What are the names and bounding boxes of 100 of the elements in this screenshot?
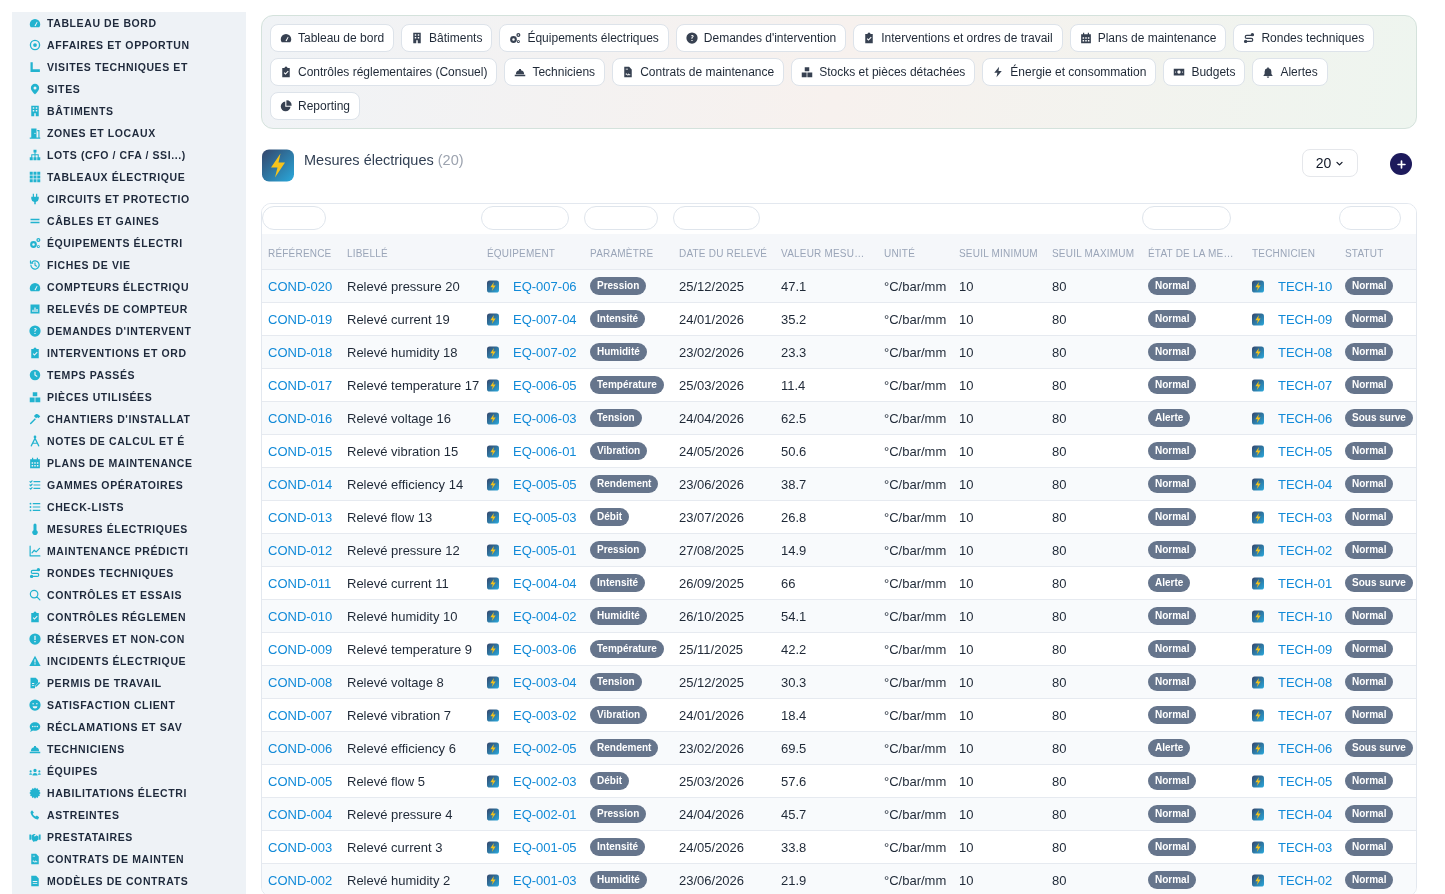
table-link[interactable]: EQ-007-02 [513,344,577,360]
sidebar-item[interactable]: TEMPS PASSÉS [12,364,246,386]
table-link[interactable]: TECH-02 [1278,872,1333,888]
sidebar-item[interactable]: TABLEAU DE BORD [12,12,246,34]
module-button[interactable]: Contrats de maintenance [612,58,785,86]
table-link[interactable]: EQ-001-05 [513,839,577,855]
table-link[interactable]: COND-017 [268,377,333,393]
sidebar-item[interactable]: TABLEAUX ÉLECTRIQUE [12,166,246,188]
sidebar-item[interactable]: RONDES TECHNIQUES [12,562,246,584]
sidebar-item[interactable]: CHANTIERS D'INSTALLAT [12,408,246,430]
sidebar-item[interactable]: FICHES DE VIE [12,254,246,276]
sidebar-item[interactable]: VISITES TECHNIQUES ET [12,56,246,78]
filter-field[interactable] [262,206,326,230]
table-link[interactable]: COND-009 [268,641,333,657]
module-button[interactable]: Demandes d'intervention [675,24,847,52]
table-link[interactable]: EQ-007-04 [513,311,577,327]
table-link[interactable]: COND-012 [268,542,333,558]
sidebar-item[interactable]: PERMIS DE TRAVAIL [12,672,246,694]
table-link[interactable]: TECH-05 [1278,443,1333,459]
table-link[interactable]: TECH-08 [1278,344,1333,360]
filter-field[interactable] [1142,206,1231,230]
sidebar-item[interactable]: INTERVENTIONS ET ORD [12,342,246,364]
module-button[interactable]: Plans de maintenance [1069,24,1227,52]
sidebar-item[interactable]: TECHNICIENS [12,738,246,760]
table-link[interactable]: EQ-005-01 [513,542,577,558]
table-link[interactable]: TECH-04 [1278,476,1333,492]
table-link[interactable]: EQ-006-05 [513,377,577,393]
table-link[interactable]: TECH-09 [1278,311,1333,327]
module-button[interactable]: Budgets [1163,58,1246,86]
table-link[interactable]: COND-002 [268,872,333,888]
table-link[interactable]: COND-005 [268,773,333,789]
table-link[interactable]: COND-011 [268,575,332,591]
sidebar-item[interactable]: ÉQUIPEMENTS ÉLECTRI [12,232,246,254]
table-link[interactable]: COND-020 [268,278,333,294]
table-link[interactable]: EQ-003-06 [513,641,577,657]
table-link[interactable]: COND-007 [268,707,333,723]
table-link[interactable]: EQ-006-01 [513,443,577,459]
module-button[interactable]: Interventions et ordres de travail [853,24,1063,52]
table-link[interactable]: TECH-05 [1278,773,1333,789]
sidebar-item[interactable]: LOTS (CFO / CFA / SSI...) [12,144,246,166]
table-link[interactable]: TECH-01 [1278,575,1333,591]
sidebar-item[interactable]: RELEVÉS DE COMPTEUR [12,298,246,320]
sidebar-item[interactable]: NOTES DE CALCUL ET É [12,430,246,452]
table-link[interactable]: EQ-002-05 [513,740,577,756]
module-button[interactable]: Énergie et consommation [982,58,1157,86]
table-link[interactable]: COND-006 [268,740,333,756]
sidebar-item[interactable]: ZONES ET LOCAUX [12,122,246,144]
module-button[interactable]: Tableau de bord [270,24,395,52]
table-link[interactable]: TECH-08 [1278,674,1333,690]
filter-field[interactable] [584,206,658,230]
add-button[interactable] [1390,153,1412,175]
table-link[interactable]: COND-016 [268,410,333,426]
table-link[interactable]: EQ-003-02 [513,707,577,723]
sidebar-item[interactable]: AFFAIRES ET OPPORTUN [12,34,246,56]
table-link[interactable]: EQ-003-04 [513,674,577,690]
table-link[interactable]: TECH-07 [1278,377,1333,393]
sidebar-item[interactable]: GAMMES OPÉRATOIRES [12,474,246,496]
table-link[interactable]: COND-014 [268,476,333,492]
table-link[interactable]: TECH-10 [1278,278,1333,294]
sidebar-item[interactable]: CONTRÔLES ET ESSAIS [12,584,246,606]
sidebar-item[interactable]: COMPTEURS ÉLECTRIQU [12,276,246,298]
sidebar-item[interactable]: CONTRÔLES RÉGLEMEN [12,606,246,628]
sidebar-item[interactable]: HABILITATIONS ÉLECTRI [12,782,246,804]
table-link[interactable]: TECH-04 [1278,806,1333,822]
sidebar-item[interactable]: PLANS DE MAINTENANCE [12,452,246,474]
sidebar-item[interactable]: CIRCUITS ET PROTECTIO [12,188,246,210]
table-link[interactable]: EQ-002-01 [513,806,577,822]
table-link[interactable]: TECH-06 [1278,740,1333,756]
sidebar-item[interactable]: INCIDENTS ÉLECTRIQUE [12,650,246,672]
filter-field[interactable] [1339,206,1401,230]
table-link[interactable]: EQ-005-05 [513,476,577,492]
table-link[interactable]: EQ-006-03 [513,410,577,426]
table-link[interactable]: COND-019 [268,311,333,327]
table-link[interactable]: EQ-001-03 [513,872,577,888]
table-link[interactable]: TECH-02 [1278,542,1333,558]
module-button[interactable]: Alertes [1252,58,1328,86]
sidebar-item[interactable]: MODÈLES DE CONTRATS [12,870,246,892]
table-link[interactable]: TECH-10 [1278,608,1333,624]
sidebar-item[interactable]: MESURES ÉLECTRIQUES [12,518,246,540]
module-button[interactable]: Rondes techniques [1233,24,1375,52]
filter-field[interactable] [481,206,569,230]
table-link[interactable]: EQ-004-04 [513,575,577,591]
sidebar-item[interactable]: CONTRATS DE MAINTEN [12,848,246,870]
sidebar-item[interactable]: ASTREINTES [12,804,246,826]
sidebar-item[interactable]: RÉSERVES ET NON-CON [12,628,246,650]
table-link[interactable]: TECH-03 [1278,509,1333,525]
table-link[interactable]: COND-010 [268,608,333,624]
table-link[interactable]: TECH-09 [1278,641,1333,657]
module-button[interactable]: Reporting [270,92,361,120]
table-link[interactable]: COND-013 [268,509,333,525]
module-button[interactable]: Équipements électriques [499,24,669,52]
table-link[interactable]: TECH-03 [1278,839,1333,855]
filter-field[interactable] [673,206,760,230]
module-button[interactable]: Stocks et pièces détachées [791,58,976,86]
sidebar-item[interactable]: MAINTENANCE PRÉDICTI [12,540,246,562]
table-link[interactable]: COND-018 [268,344,333,360]
sidebar-item[interactable]: SITES [12,78,246,100]
table-link[interactable]: COND-003 [268,839,333,855]
table-link[interactable]: COND-015 [268,443,333,459]
module-button[interactable]: Techniciens [504,58,606,86]
